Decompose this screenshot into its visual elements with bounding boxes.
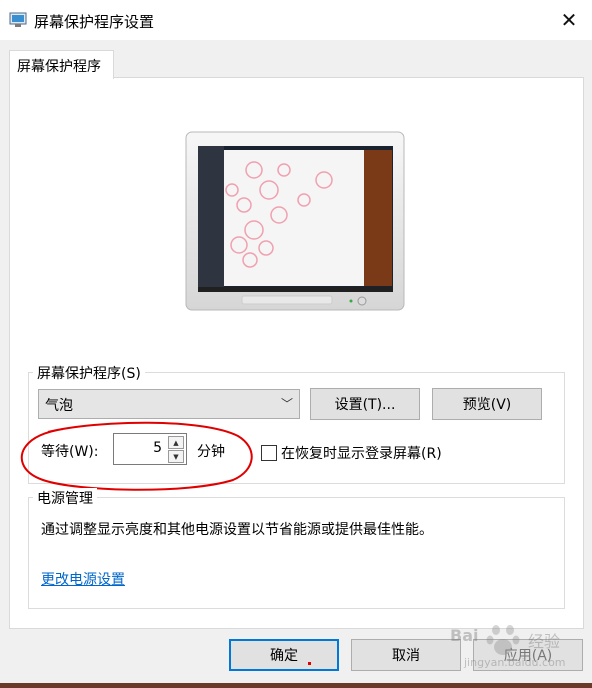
ok-red-dot-mark [308,662,311,665]
power-group [28,497,565,609]
paw-icon [486,625,520,655]
tab-label: 屏幕保护程序 [17,59,101,75]
ok-button-label: 确定 [270,648,298,664]
close-icon[interactable]: ✕ [546,0,592,40]
monitor-preview [185,131,405,311]
stepper-up-icon[interactable]: ▲ [168,436,184,449]
screensaver-select[interactable]: 气泡 ﹀ [38,389,300,419]
wait-stepper[interactable]: 5 ▲ ▼ [113,433,187,465]
wait-unit: 分钟 [197,444,225,460]
power-group-title: 电源管理 [33,488,97,508]
chevron-down-icon: ﹀ [280,397,293,411]
tab-screensaver[interactable]: 屏幕保护程序 [9,50,114,79]
change-power-settings-link[interactable]: 更改电源设置 [41,569,125,589]
power-description: 通过调整显示亮度和其他电源设置以节省能源或提供最佳性能。 [41,522,433,538]
window-title: 屏幕保护程序设置 [34,13,155,31]
baidu-watermark: Bai 经验 jingyan.baidu.com [440,618,590,678]
resume-login-label[interactable]: 在恢复时显示登录屏幕(R) [281,443,442,463]
settings-button[interactable]: 设置(T)... [310,388,420,420]
ok-button[interactable]: 确定 [229,639,339,671]
desktop-edge [0,683,592,688]
wait-label: 等待(W): [41,444,99,460]
preview-button[interactable]: 预览(V) [432,388,542,420]
watermark-text-right: 经验 [528,632,561,651]
screensaver-selected-value: 气泡 [45,398,73,414]
screensaver-group-title: 屏幕保护程序(S) [33,363,145,383]
title-bar: 屏幕保护程序设置 ✕ [0,0,592,40]
resume-login-checkbox[interactable] [261,445,277,461]
screen-saver-app-icon [9,12,27,27]
wait-value[interactable]: 5 [153,440,162,456]
watermark-url: jingyan.baidu.com [464,656,566,669]
watermark-text-top: Bai [450,626,479,645]
stepper-down-icon[interactable]: ▼ [168,450,184,463]
